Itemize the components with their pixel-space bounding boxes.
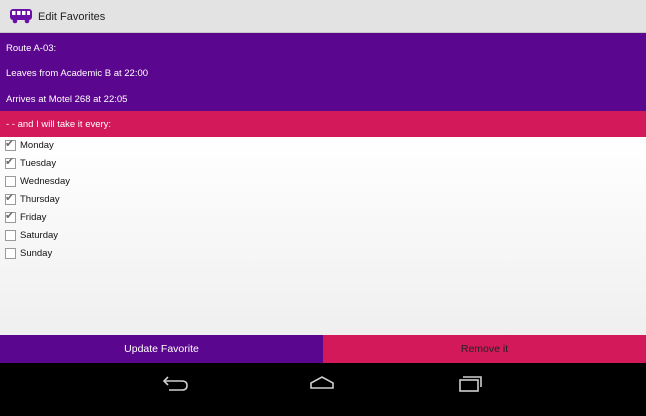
checkbox[interactable]: ✔ (5, 191, 16, 205)
days-section-header: - - and I will take it every: (0, 111, 646, 137)
days-list: ✔ Monday ✔ Tuesday Wednesday ✔ Thursday ✔ Fr… (0, 137, 646, 335)
day-label: Thursday (20, 194, 60, 205)
day-checkbox-wednesday[interactable]: Wednesday (5, 174, 70, 190)
bus-icon[interactable] (9, 8, 33, 24)
checkbox[interactable]: ✔ (5, 137, 16, 151)
home-icon[interactable] (302, 371, 342, 395)
day-label: Sunday (20, 248, 53, 259)
day-checkbox-thursday[interactable]: ✔ Thursday (5, 192, 60, 208)
action-bar: Edit Favorites (0, 0, 646, 33)
page-title: Edit Favorites (38, 11, 106, 23)
checkbox[interactable]: ✔ (5, 209, 16, 223)
checkmark-icon: ✔ (5, 191, 15, 204)
day-checkbox-saturday[interactable]: Saturday (5, 228, 58, 244)
system-nav-bar (0, 363, 646, 416)
day-checkbox-sunday[interactable]: Sunday (5, 246, 52, 262)
checkmark-icon: ✔ (5, 209, 15, 222)
remove-favorite-button[interactable]: Remove it (323, 335, 646, 363)
recents-icon[interactable] (450, 371, 490, 395)
update-favorite-button[interactable]: Update Favorite (0, 335, 323, 363)
day-checkbox-monday[interactable]: ✔ Monday (5, 138, 54, 154)
departure-text: Leaves from Academic B at 22:00 (6, 68, 149, 79)
route-info-panel: Route A-03: Leaves from Academic B at 22… (0, 33, 646, 111)
checkbox[interactable]: ✔ (5, 155, 16, 169)
day-checkbox-friday[interactable]: ✔ Friday (5, 210, 46, 226)
checkbox[interactable] (5, 247, 16, 259)
checkbox[interactable] (5, 229, 16, 241)
back-icon[interactable] (156, 371, 196, 395)
day-label: Saturday (20, 230, 59, 241)
day-label: Tuesday (20, 158, 57, 169)
day-label: Monday (20, 140, 54, 151)
route-name: Route A-03: (6, 43, 57, 54)
day-label: Wednesday (20, 176, 70, 187)
checkbox[interactable] (5, 175, 16, 187)
checkmark-icon: ✔ (5, 155, 15, 168)
checkmark-icon: ✔ (5, 137, 15, 150)
arrival-text: Arrives at Motel 268 at 22:05 (6, 94, 128, 105)
day-label: Friday (20, 212, 47, 223)
day-checkbox-tuesday[interactable]: ✔ Tuesday (5, 156, 56, 172)
